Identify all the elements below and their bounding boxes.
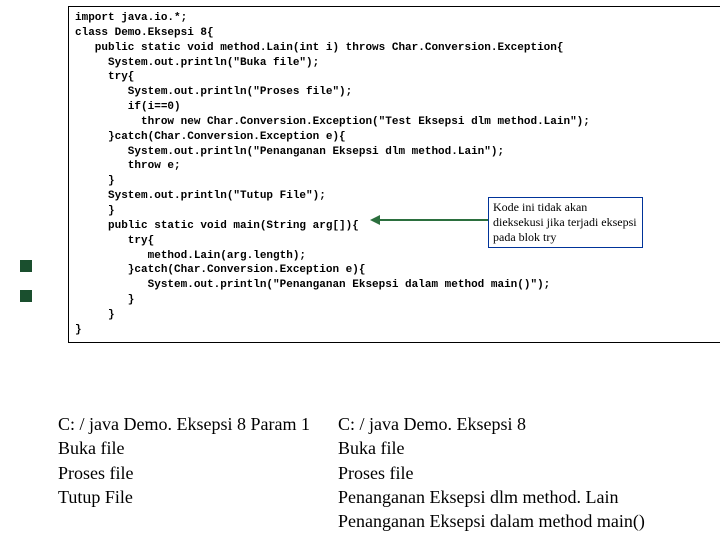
callout-text: Kode ini tidak akan dieksekusi jika terj… [493,200,637,244]
output-column-right: C: / java Demo. Eksepsi 8 Buka file Pros… [338,412,698,533]
output-line: Penanganan Eksepsi dlm method. Lain [338,485,698,509]
bullet-icon [20,290,32,302]
output-line: Proses file [58,461,338,485]
code-line: System.out.println("Tutup File"); [75,190,326,202]
code-line: } [75,175,115,187]
code-line: }catch(Char.Conversion.Exception e){ [75,264,365,276]
code-line: public static void method.Lain(int i) th… [75,42,563,54]
code-line: }catch(Char.Conversion.Exception e){ [75,131,346,143]
output-line: Buka file [338,436,698,460]
code-line: } [75,309,115,321]
code-line: System.out.println("Proses file"); [75,86,352,98]
output-line: Proses file [338,461,698,485]
bullet-icon [20,260,32,272]
code-line: } [75,324,82,336]
output-line: Buka file [58,436,338,460]
code-line: class Demo.Eksepsi 8{ [75,27,214,39]
code-listing: import java.io.*; class Demo.Eksepsi 8{ … [68,6,720,343]
callout-arrow-icon [370,217,488,223]
code-line: method.Lain(arg.length); [75,250,306,262]
code-line: if(i==0) [75,101,181,113]
code-line: System.out.println("Buka file"); [75,57,319,69]
code-line: try{ [75,71,134,83]
slide-sidebar [0,0,40,540]
output-column-left: C: / java Demo. Eksepsi 8 Param 1 Buka f… [58,412,338,509]
code-line: System.out.println("Penanganan Eksepsi d… [75,279,550,291]
code-line: System.out.println("Penanganan Eksepsi d… [75,146,504,158]
console-output: C: / java Demo. Eksepsi 8 Param 1 Buka f… [58,412,698,533]
code-line: throw new Char.Conversion.Exception("Tes… [75,116,590,128]
code-line: throw e; [75,160,181,172]
code-line: } [75,294,134,306]
callout-box: Kode ini tidak akan dieksekusi jika terj… [488,197,643,248]
output-line: Tutup File [58,485,338,509]
output-line: C: / java Demo. Eksepsi 8 Param 1 [58,412,338,436]
code-line: try{ [75,235,154,247]
output-line: Penanganan Eksepsi dalam method main() [338,509,698,533]
code-line: } [75,205,115,217]
code-line: import java.io.*; [75,12,187,24]
code-line: public static void main(String arg[]){ [75,220,359,232]
output-line: C: / java Demo. Eksepsi 8 [338,412,698,436]
